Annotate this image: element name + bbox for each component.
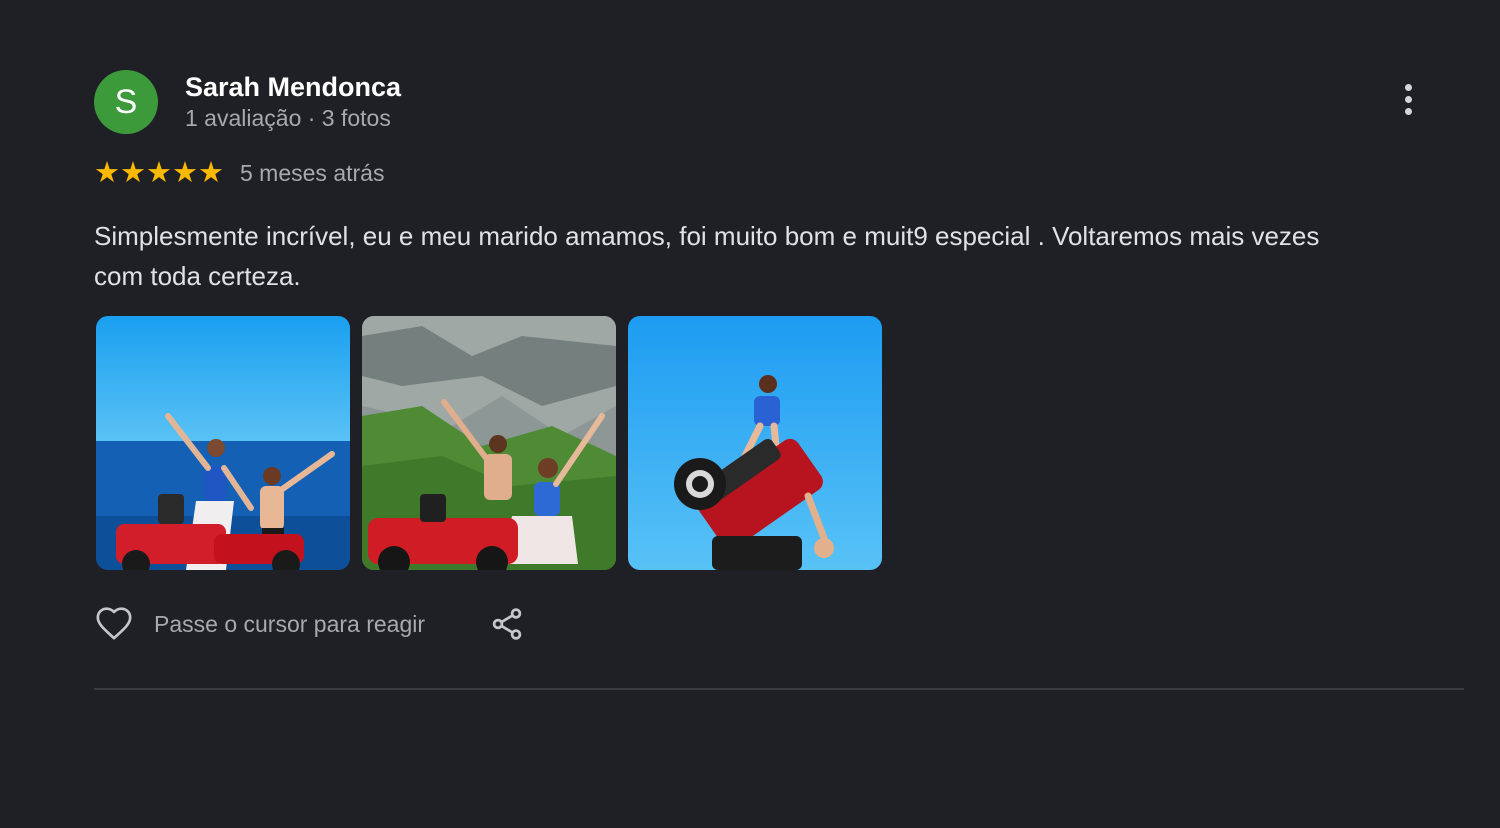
photo-strip bbox=[96, 316, 1464, 570]
rating-row: ★★★★★ 5 meses atrás bbox=[94, 158, 1464, 188]
review-photo-2[interactable] bbox=[362, 316, 616, 570]
star-icons: ★★★★★ bbox=[94, 157, 224, 189]
more-dot bbox=[1404, 84, 1412, 91]
avatar[interactable]: S bbox=[94, 70, 158, 134]
divider bbox=[94, 688, 1464, 690]
photo-couple-cliff-image bbox=[362, 316, 616, 570]
share-icon[interactable] bbox=[489, 606, 525, 642]
review-text: Simplesmente incrível, eu e meu marido a… bbox=[94, 221, 1320, 291]
more-dot bbox=[1404, 96, 1412, 103]
more-options-icon[interactable] bbox=[1396, 84, 1420, 120]
more-dot bbox=[1404, 108, 1412, 115]
react-label[interactable]: Passe o cursor para reagir bbox=[154, 611, 425, 638]
photo-couple-sea-image bbox=[96, 316, 350, 570]
star-rating: ★★★★★ bbox=[94, 158, 224, 188]
review-photo-3[interactable] bbox=[628, 316, 882, 570]
review-time: 5 meses atrás bbox=[240, 159, 385, 186]
author-meta: 1 avaliação · 3 fotos bbox=[185, 105, 391, 131]
heart-icon[interactable] bbox=[94, 604, 134, 644]
review-photo-1[interactable] bbox=[96, 316, 350, 570]
review-actions: Passe o cursor para reagir bbox=[94, 604, 1464, 644]
author-info: Sarah Mendonca 1 avaliação · 3 fotos bbox=[185, 71, 401, 133]
review-header: S Sarah Mendonca 1 avaliação · 3 fotos bbox=[94, 70, 1464, 134]
review-card: S Sarah Mendonca 1 avaliação · 3 fotos ★… bbox=[94, 70, 1464, 690]
author-name[interactable]: Sarah Mendonca bbox=[185, 71, 401, 103]
photo-atv-stunt-image bbox=[628, 316, 882, 570]
